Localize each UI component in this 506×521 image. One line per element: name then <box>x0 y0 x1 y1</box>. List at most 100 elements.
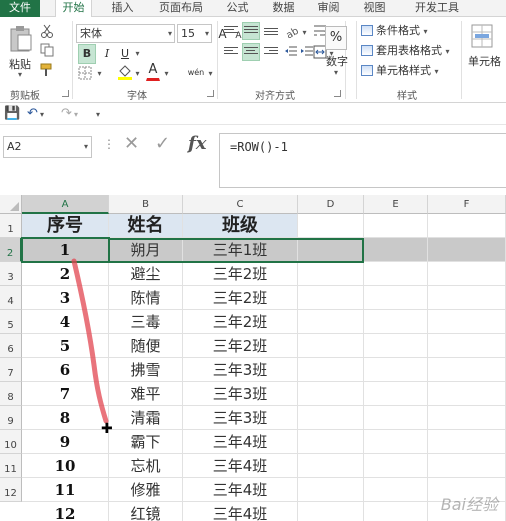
row-header-7[interactable]: 7 <box>0 358 22 382</box>
cell-styles-button[interactable]: 单元格样式 ▾ <box>361 62 439 79</box>
copy-icon[interactable] <box>40 43 54 57</box>
font-color-button[interactable]: A <box>146 61 160 81</box>
borders-dropdown-icon[interactable]: ▾ <box>95 64 104 84</box>
empty-cell[interactable] <box>364 334 428 358</box>
name-cell[interactable]: 忘机 <box>109 454 183 478</box>
empty-cell[interactable] <box>428 334 506 358</box>
table-header-cell[interactable]: 序号 <box>22 214 109 238</box>
name-cell[interactable]: 难平 <box>109 382 183 406</box>
conditional-formatting-button[interactable]: 条件格式 ▾ <box>361 22 428 39</box>
empty-cell[interactable] <box>298 454 364 478</box>
font-color-dropdown-icon[interactable]: ▾ <box>162 64 171 84</box>
tab-insert[interactable]: 插入 <box>104 0 141 17</box>
empty-cell[interactable] <box>298 214 364 238</box>
number-dropdown-icon[interactable]: ▾ <box>331 68 341 78</box>
enter-icon[interactable]: ✓ <box>155 133 170 154</box>
empty-cell[interactable] <box>364 310 428 334</box>
name-cell[interactable]: 陈情 <box>109 286 183 310</box>
tab-developer[interactable]: 开发工具 <box>406 0 468 17</box>
phonetic-dropdown-icon[interactable]: ▾ <box>206 64 215 84</box>
name-cell[interactable]: 修雅 <box>109 478 183 502</box>
empty-cell[interactable] <box>428 310 506 334</box>
increase-indent-icon[interactable] <box>300 45 314 59</box>
borders-icon[interactable] <box>78 66 92 80</box>
empty-cell[interactable] <box>298 262 364 286</box>
orientation-dropdown-icon[interactable]: ▾ <box>300 23 309 43</box>
redo-icon[interactable]: ↷ <box>61 106 72 121</box>
class-cell[interactable]: 三年4班 <box>183 430 298 454</box>
row-header-6[interactable]: 6 <box>0 334 22 358</box>
tab-review[interactable]: 审阅 <box>310 0 347 17</box>
italic-button[interactable]: I <box>100 44 114 64</box>
column-header-d[interactable]: D <box>298 195 364 214</box>
align-top-button[interactable] <box>222 22 240 40</box>
paste-icon[interactable] <box>9 25 33 53</box>
font-size-dropdown[interactable]: 15 ▾ <box>177 24 212 43</box>
empty-cell[interactable] <box>298 310 364 334</box>
column-header-e[interactable]: E <box>364 195 428 214</box>
tab-file[interactable]: 文件 <box>0 0 40 17</box>
empty-cell[interactable] <box>428 262 506 286</box>
empty-cell[interactable] <box>428 286 506 310</box>
empty-cell[interactable] <box>364 262 428 286</box>
fill-color-dropdown-icon[interactable]: ▾ <box>133 64 142 84</box>
empty-cell[interactable] <box>428 430 506 454</box>
class-cell[interactable]: 三年4班 <box>183 478 298 502</box>
empty-cell[interactable] <box>428 454 506 478</box>
align-bottom-button[interactable] <box>262 22 280 40</box>
serial-number-cell[interactable]: 11 <box>22 478 109 502</box>
spreadsheet-grid[interactable]: A B C D E F 1 2 3 4 5 6 7 8 9 10 11 12 序号 姓名 班级 1 朔月 三年1班 2 避尘 三年2… <box>0 195 506 521</box>
cancel-icon[interactable]: ✕ <box>124 133 139 154</box>
empty-cell[interactable] <box>298 286 364 310</box>
tab-page-layout[interactable]: 页面布局 <box>150 0 212 17</box>
align-center-button[interactable] <box>242 43 260 61</box>
empty-cell[interactable] <box>298 334 364 358</box>
empty-cell[interactable] <box>298 382 364 406</box>
column-header-c[interactable]: C <box>183 195 298 214</box>
format-as-table-button[interactable]: 套用表格格式 ▾ <box>361 42 450 59</box>
serial-number-cell[interactable]: 12 <box>22 502 109 521</box>
row-header-10[interactable]: 10 <box>0 430 22 454</box>
undo-dropdown-icon[interactable]: ▾ <box>40 110 44 119</box>
row-header-5[interactable]: 5 <box>0 310 22 334</box>
empty-cell[interactable] <box>428 382 506 406</box>
class-cell[interactable]: 三年3班 <box>183 406 298 430</box>
table-header-cell[interactable]: 姓名 <box>109 214 183 238</box>
empty-cell[interactable] <box>428 406 506 430</box>
serial-number-cell[interactable]: 10 <box>22 454 109 478</box>
underline-dropdown-icon[interactable]: ▾ <box>133 44 142 64</box>
empty-cell[interactable] <box>364 478 428 502</box>
empty-cell[interactable] <box>428 358 506 382</box>
orientation-icon[interactable]: ab <box>284 24 300 38</box>
empty-cell[interactable] <box>364 214 428 238</box>
tab-view[interactable]: 视图 <box>356 0 393 17</box>
empty-cell[interactable] <box>298 406 364 430</box>
class-cell[interactable]: 三年2班 <box>183 334 298 358</box>
tab-data[interactable]: 数据 <box>265 0 302 17</box>
row-header-4[interactable]: 4 <box>0 286 22 310</box>
name-cell[interactable]: 红镜 <box>109 502 183 521</box>
empty-cell[interactable] <box>298 358 364 382</box>
class-cell[interactable]: 三年4班 <box>183 454 298 478</box>
cut-icon[interactable] <box>40 24 54 38</box>
table-header-cell[interactable]: 班级 <box>183 214 298 238</box>
row-header-1[interactable]: 1 <box>0 214 22 238</box>
row-header-11[interactable]: 11 <box>0 454 22 478</box>
column-header-a[interactable]: A <box>22 195 109 214</box>
name-cell[interactable]: 三毒 <box>109 310 183 334</box>
customize-toolbar-icon[interactable]: ▾ <box>96 110 100 119</box>
class-cell[interactable]: 三年3班 <box>183 382 298 406</box>
align-left-button[interactable] <box>222 43 240 61</box>
name-cell[interactable]: 拂雪 <box>109 358 183 382</box>
align-right-button[interactable] <box>262 43 280 61</box>
name-cell[interactable]: 清霜 <box>109 406 183 430</box>
row-header-8[interactable]: 8 <box>0 382 22 406</box>
class-cell[interactable]: 三年4班 <box>183 502 298 521</box>
name-cell[interactable]: 霸下 <box>109 430 183 454</box>
empty-cell[interactable] <box>364 502 428 521</box>
bold-button[interactable]: B <box>78 44 96 64</box>
tab-formulas[interactable]: 公式 <box>219 0 256 17</box>
underline-button[interactable]: U <box>118 44 132 64</box>
name-cell[interactable]: 避尘 <box>109 262 183 286</box>
empty-cell[interactable] <box>364 358 428 382</box>
